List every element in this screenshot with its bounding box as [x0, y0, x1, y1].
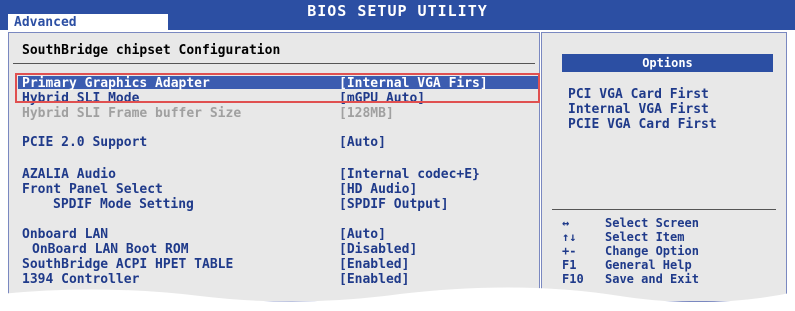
options-list: PCI VGA Card First Internal VGA First PC…	[568, 87, 717, 132]
setting-value: [128MB]	[339, 106, 394, 121]
setting-spdif-mode-setting[interactable]: SPDIF Mode Setting [SPDIF Output]	[22, 197, 532, 212]
options-title: Options	[562, 54, 773, 72]
setting-value[interactable]: [Internal codec+E}	[339, 167, 480, 182]
setting-label: SPDIF Mode Setting	[53, 197, 194, 212]
help-row: +- Change Option	[562, 244, 699, 258]
setting-pcie-2-support[interactable]: PCIE 2.0 Support [Auto]	[22, 135, 532, 150]
arrow-left-right-icon: ↔	[562, 216, 570, 230]
help-action: Select Item	[605, 230, 685, 244]
setting-value[interactable]: [Enabled]	[339, 257, 409, 272]
setting-hybrid-sli-frame-buffer-size: Hybrid SLI Frame buffer Size [128MB]	[22, 106, 532, 121]
arrow-up-down-icon: ↑↓	[562, 230, 577, 244]
tab-advanced[interactable]: Advanced	[8, 14, 168, 31]
setting-label: Front Panel Select	[22, 182, 163, 197]
setting-value[interactable]: [Auto]	[339, 135, 386, 150]
options-panel: Options PCI VGA Card First Internal VGA …	[541, 32, 787, 302]
highlight-annotation-box	[15, 73, 540, 103]
section-title: SouthBridge chipset Configuration	[22, 43, 281, 58]
help-action: Select Screen	[605, 216, 699, 230]
bios-window: BIOS SETUP UTILITY Advanced SouthBridge …	[0, 0, 795, 311]
f1-key: F1	[562, 258, 577, 272]
help-action: Change Option	[605, 244, 699, 258]
help-row: F1 General Help	[562, 258, 699, 272]
section-divider	[13, 63, 535, 64]
setting-label: AZALIA Audio	[22, 167, 116, 182]
setting-onboard-lan[interactable]: Onboard LAN [Auto]	[22, 227, 532, 242]
setting-label: SouthBridge ACPI HPET TABLE	[22, 257, 234, 272]
help-action: General Help	[605, 258, 692, 272]
setting-value[interactable]: [Auto]	[339, 227, 386, 242]
help-row: ↑↓ Select Item	[562, 230, 699, 244]
setting-value[interactable]: [HD Audio]	[339, 182, 417, 197]
option-item[interactable]: PCI VGA Card First	[568, 87, 717, 102]
setting-label: OnBoard LAN Boot ROM	[32, 242, 189, 257]
setting-front-panel-select[interactable]: Front Panel Select [HD Audio]	[22, 182, 532, 197]
setting-azalia-audio[interactable]: AZALIA Audio [Internal codec+E}	[22, 167, 532, 182]
options-divider	[552, 209, 776, 210]
plus-minus-icon: +-	[562, 244, 577, 258]
setting-onboard-lan-boot-rom[interactable]: OnBoard LAN Boot ROM [Disabled]	[22, 242, 532, 257]
setting-label: Onboard LAN	[22, 227, 109, 242]
setting-label: Hybrid SLI Frame buffer Size	[22, 106, 242, 121]
help-legend: ↔ Select Screen ↑↓ Select Item +- Change Op…	[562, 216, 699, 286]
setting-southbridge-acpi-hpet-table[interactable]: SouthBridge ACPI HPET TABLE [Enabled]	[22, 257, 532, 272]
torn-edge	[0, 287, 795, 311]
setting-value[interactable]: [SPDIF Output]	[339, 197, 449, 212]
option-item[interactable]: PCIE VGA Card First	[568, 117, 717, 132]
setting-value[interactable]: [Disabled]	[339, 242, 417, 257]
help-row: ↔ Select Screen	[562, 216, 699, 230]
setting-label: PCIE 2.0 Support	[22, 135, 148, 150]
option-item[interactable]: Internal VGA First	[568, 102, 717, 117]
